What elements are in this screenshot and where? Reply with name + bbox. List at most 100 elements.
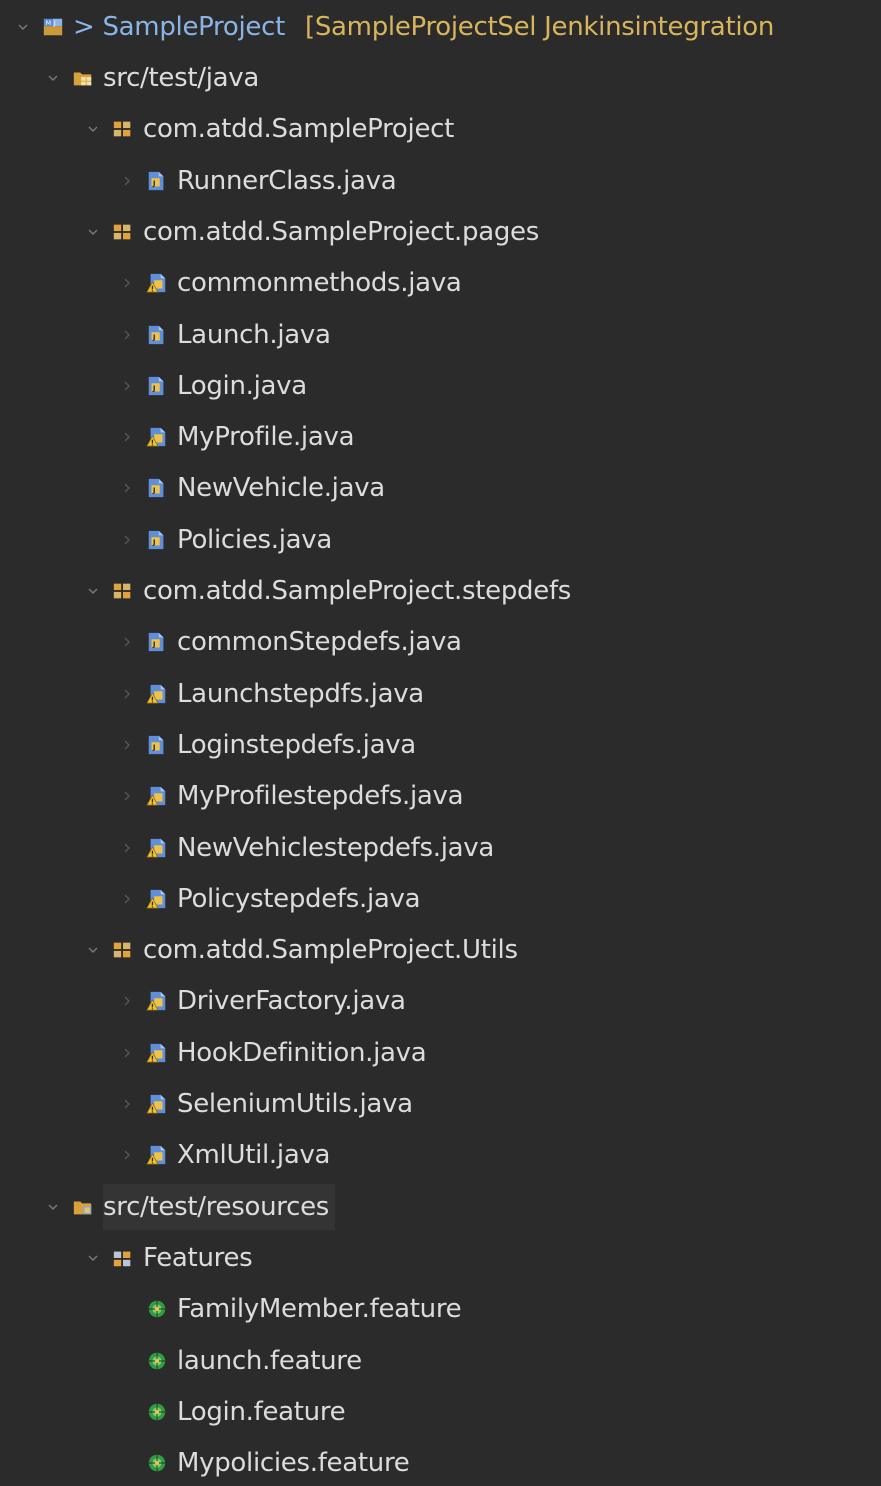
tree-item[interactable]: com.atdd.SampleProject [0, 106, 881, 152]
chevron-right-icon[interactable] [118, 260, 136, 306]
tree-item[interactable]: com.atdd.SampleProject.pages [0, 209, 881, 255]
svg-text:J: J [152, 640, 156, 649]
tree-item[interactable]: src/test/resources [0, 1183, 881, 1230]
package-icon [112, 580, 134, 602]
tree-item-label: XmlUtil.java [177, 1140, 331, 1171]
java-file-icon: J [146, 324, 168, 346]
chevron-down-icon[interactable] [84, 568, 102, 614]
source-folder-icon [72, 67, 94, 89]
cucumber-feature-icon [146, 1298, 168, 1320]
resource-folder-icon [72, 1196, 94, 1218]
chevron-right-icon[interactable] [118, 619, 136, 665]
tree-item[interactable]: JcommonStepdefs.java [0, 619, 881, 665]
tree-item[interactable]: J RunnerClass.java [0, 158, 881, 204]
chevron-right-icon[interactable] [118, 825, 136, 871]
tree-item[interactable]: J Loginstepdefs.java [0, 722, 881, 768]
tree-item[interactable]: J Policies.java [0, 517, 881, 563]
chevron-down-icon[interactable] [14, 4, 32, 50]
tree-item-label: Policystepdefs.java [177, 883, 421, 914]
chevron-placeholder [118, 1286, 136, 1332]
chevron-right-icon[interactable] [118, 312, 136, 358]
svg-text:J: J [152, 742, 156, 751]
tree-item[interactable]: HookDefinition.java [0, 1030, 881, 1076]
tree-item[interactable]: SeleniumUtils.java [0, 1081, 881, 1127]
chevron-right-icon[interactable] [118, 671, 136, 717]
tree-item-label: com.atdd.SampleProject.stepdefs [143, 576, 572, 606]
tree-item-label: commonStepdefs.java [177, 627, 462, 658]
tree-item-label: Loginstepdefs.java [177, 729, 416, 760]
chevron-right-icon[interactable] [118, 414, 136, 460]
chevron-down-icon[interactable] [44, 1184, 62, 1230]
project-explorer-tree: M J > SampleProject [SampleProjectSel Je… [0, 0, 881, 1478]
tree-item[interactable]: commonmethods.java [0, 260, 881, 306]
tree-item[interactable]: launch.feature [0, 1338, 881, 1384]
tree-item-label: src/test/resources [103, 1191, 330, 1222]
project-name: SampleProject [102, 12, 285, 42]
chevron-placeholder [118, 1389, 136, 1435]
chevron-placeholder [118, 1440, 136, 1486]
chevron-down-icon[interactable] [84, 1235, 102, 1281]
java-file-warning-icon [146, 837, 168, 859]
chevron-placeholder [118, 1338, 136, 1384]
tree-item[interactable]: src/test/java [0, 55, 881, 101]
tree-item-label: SeleniumUtils.java [177, 1089, 413, 1119]
chevron-right-icon[interactable] [118, 158, 136, 204]
chevron-right-icon[interactable] [118, 363, 136, 409]
folder-package-icon [112, 1247, 134, 1269]
chevron-right-icon[interactable] [118, 722, 136, 768]
chevron-down-icon[interactable] [84, 106, 102, 152]
chevron-right-icon[interactable] [118, 773, 136, 819]
svg-text:M: M [46, 19, 52, 27]
tree-item[interactable]: Features [0, 1235, 881, 1281]
tree-item[interactable]: MyProfilestepdefs.java [0, 773, 881, 819]
svg-text:J: J [53, 19, 56, 27]
tree-item-label: HookDefinition.java [177, 1037, 427, 1068]
chevron-right-icon[interactable] [118, 1081, 136, 1127]
tree-item[interactable]: FamilyMember.feature [0, 1286, 881, 1332]
chevron-right-icon[interactable] [118, 1132, 136, 1178]
tree-item-project-root[interactable]: M J > SampleProject [SampleProjectSel Je… [0, 4, 881, 50]
tree-item-label: Login.java [177, 370, 307, 401]
java-file-icon: J [146, 170, 168, 192]
tree-item[interactable]: com.atdd.SampleProject.Utils [0, 927, 881, 973]
chevron-right-icon[interactable] [118, 876, 136, 922]
chevron-down-icon[interactable] [44, 55, 62, 101]
java-file-warning-icon [146, 888, 168, 910]
tree-item[interactable]: MyProfile.java [0, 414, 881, 460]
tree-item[interactable]: XmlUtil.java [0, 1132, 881, 1178]
tree-item[interactable]: J Launch.java [0, 312, 881, 358]
tree-item[interactable]: Policystepdefs.java [0, 876, 881, 922]
tree-item[interactable]: NewVehiclestepdefs.java [0, 825, 881, 871]
tree-item-label: Login.feature [177, 1396, 346, 1427]
tree-item[interactable]: DriverFactory.java [0, 978, 881, 1024]
java-file-warning-icon [146, 1042, 168, 1064]
tree-item-label: Features [143, 1242, 253, 1273]
java-file-icon: J [146, 375, 168, 397]
tree-item[interactable]: Mypolicies.feature [0, 1440, 881, 1486]
cucumber-feature-icon [146, 1452, 168, 1474]
tree-item[interactable]: J Login.java [0, 363, 881, 409]
tree-item[interactable]: Launchstepdfs.java [0, 671, 881, 717]
chevron-down-icon[interactable] [84, 927, 102, 973]
java-file-warning-icon [146, 785, 168, 807]
chevron-down-icon[interactable] [84, 209, 102, 255]
java-file-warning-icon [146, 1093, 168, 1115]
chevron-right-icon[interactable] [118, 1030, 136, 1076]
project-prefix: > [73, 12, 103, 42]
tree-item-label: com.atdd.SampleProject.Utils [143, 935, 518, 966]
tree-item[interactable]: Login.feature [0, 1389, 881, 1435]
tree-item[interactable]: J NewVehicle.java [0, 465, 881, 511]
chevron-right-icon[interactable] [118, 978, 136, 1024]
tree-item-label: MyProfilestepdefs.java [177, 781, 464, 812]
tree-item-label: NewVehicle.java [177, 473, 385, 504]
java-file-icon: J [146, 734, 168, 756]
tree-item-label: RunnerClass.java [177, 165, 397, 196]
chevron-right-icon[interactable] [118, 465, 136, 511]
svg-text:J: J [152, 537, 156, 546]
java-file-icon: J [146, 477, 168, 499]
tree-item[interactable]: com.atdd.SampleProject.stepdefs [0, 568, 881, 614]
tree-item-label: com.atdd.SampleProject [143, 114, 455, 145]
java-file-icon: J [146, 631, 168, 653]
java-file-icon: J [146, 529, 168, 551]
chevron-right-icon[interactable] [118, 517, 136, 563]
